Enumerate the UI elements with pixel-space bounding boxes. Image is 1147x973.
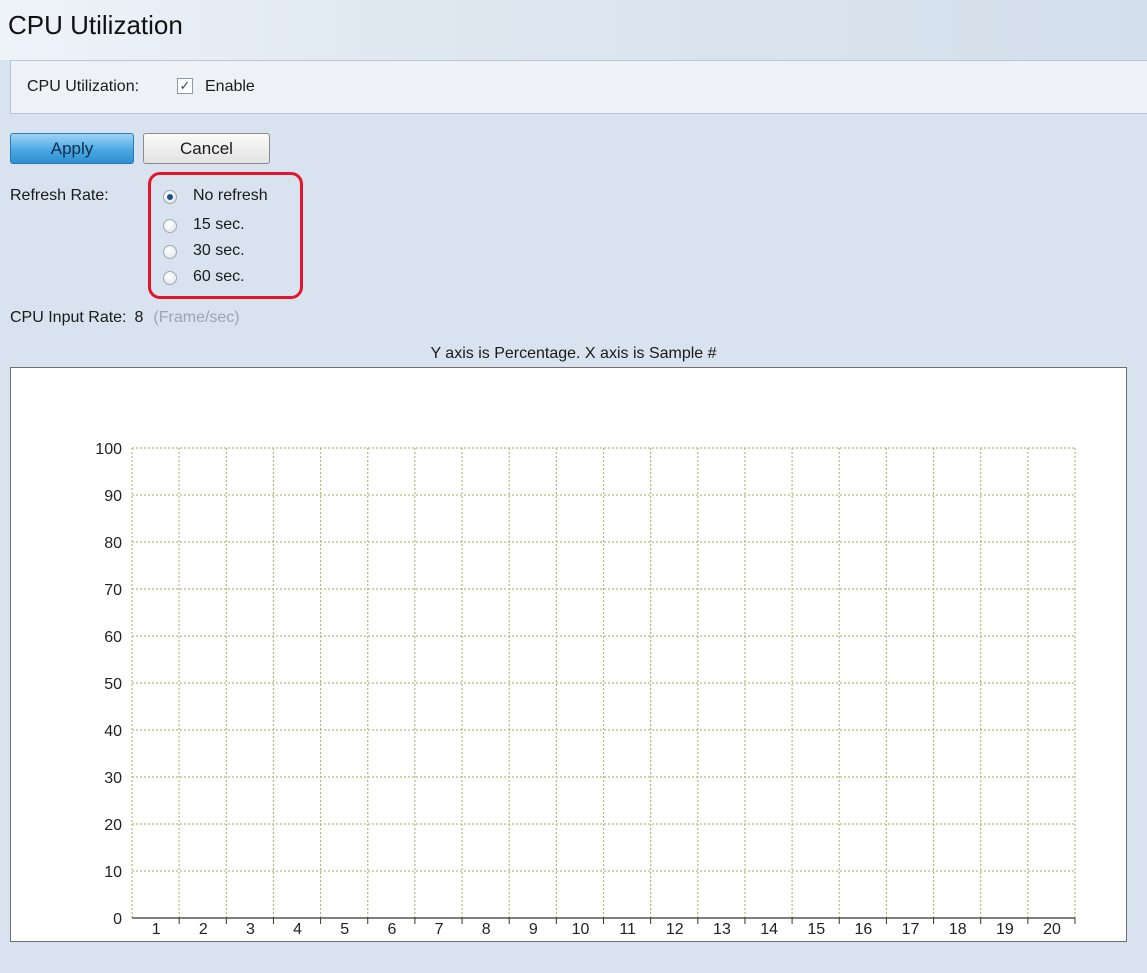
settings-bar: CPU Utilization: ✓ Enable xyxy=(10,60,1147,114)
x-tick-label: 13 xyxy=(713,921,731,938)
x-tick-label: 20 xyxy=(1043,921,1061,938)
x-tick-label: 17 xyxy=(902,921,920,938)
x-tick-label: 2 xyxy=(199,921,208,938)
x-tick-label: 18 xyxy=(949,921,967,938)
y-tick-label: 30 xyxy=(104,770,122,787)
y-tick-label: 80 xyxy=(104,535,122,552)
y-tick-label: 40 xyxy=(104,723,122,740)
refresh-radio-30-sec[interactable] xyxy=(163,245,177,259)
x-tick-label: 5 xyxy=(340,921,349,938)
apply-button[interactable]: Apply xyxy=(10,133,134,164)
y-tick-label: 10 xyxy=(104,864,122,881)
x-tick-label: 12 xyxy=(666,921,684,938)
refresh-option-label: 15 sec. xyxy=(193,216,245,233)
x-tick-label: 14 xyxy=(760,921,778,938)
cpu-input-rate-value: 8 xyxy=(134,309,144,326)
y-tick-label: 70 xyxy=(104,582,122,599)
x-tick-label: 6 xyxy=(387,921,396,938)
cpu-utilization-chart: 0 10 20 30 40 50 60 70 80 90 100 1 2 3 4 5 6 7 8 9 10 11 12 13 1… xyxy=(10,367,1127,942)
cpu-utilization-label: CPU Utilization: xyxy=(27,78,140,95)
x-tick-label: 1 xyxy=(152,921,161,938)
refresh-option-label: 30 sec. xyxy=(193,242,245,259)
x-tick-label: 10 xyxy=(572,921,590,938)
y-tick-label: 90 xyxy=(104,488,122,505)
chart-title: Y axis is Percentage. X axis is Sample # xyxy=(430,345,717,362)
x-tick-label: 8 xyxy=(482,921,491,938)
cpu-input-rate-unit: (Frame/sec) xyxy=(153,309,240,326)
cpu-input-rate-label: CPU Input Rate: xyxy=(10,309,127,326)
cancel-button[interactable]: Cancel xyxy=(143,133,270,164)
refresh-radio-no-refresh[interactable] xyxy=(163,190,177,204)
refresh-option-label: No refresh xyxy=(193,187,268,204)
x-tick-label: 16 xyxy=(855,921,873,938)
y-tick-label: 50 xyxy=(104,676,122,693)
cpu-input-rate: CPU Input Rate: 8 (Frame/sec) xyxy=(10,309,240,327)
enable-label: Enable xyxy=(205,78,255,95)
refresh-radio-15-sec[interactable] xyxy=(163,219,177,233)
enable-checkbox[interactable]: ✓ xyxy=(177,78,193,94)
x-tick-label: 11 xyxy=(619,921,636,938)
y-tick-label: 100 xyxy=(95,441,122,458)
y-tick-label: 20 xyxy=(104,817,122,834)
refresh-option-label: 60 sec. xyxy=(193,268,245,285)
x-tick-label: 19 xyxy=(996,921,1014,938)
x-tick-label: 3 xyxy=(246,921,255,938)
x-tick-label: 4 xyxy=(293,921,302,938)
chart-svg: 01020304050607080901001 2 3 4 5 6 7 8 9 10 11 12 13 1… xyxy=(95,441,1076,938)
page-title: CPU Utilization xyxy=(8,10,183,40)
x-tick-label: 9 xyxy=(529,921,538,938)
refresh-rate-label: Refresh Rate: xyxy=(10,187,109,204)
x-tick-label: 7 xyxy=(435,921,444,938)
y-tick-label: 60 xyxy=(104,629,122,646)
y-tick-label: 0 xyxy=(113,911,122,928)
refresh-radio-60-sec[interactable] xyxy=(163,271,177,285)
x-tick-label: 15 xyxy=(807,921,825,938)
